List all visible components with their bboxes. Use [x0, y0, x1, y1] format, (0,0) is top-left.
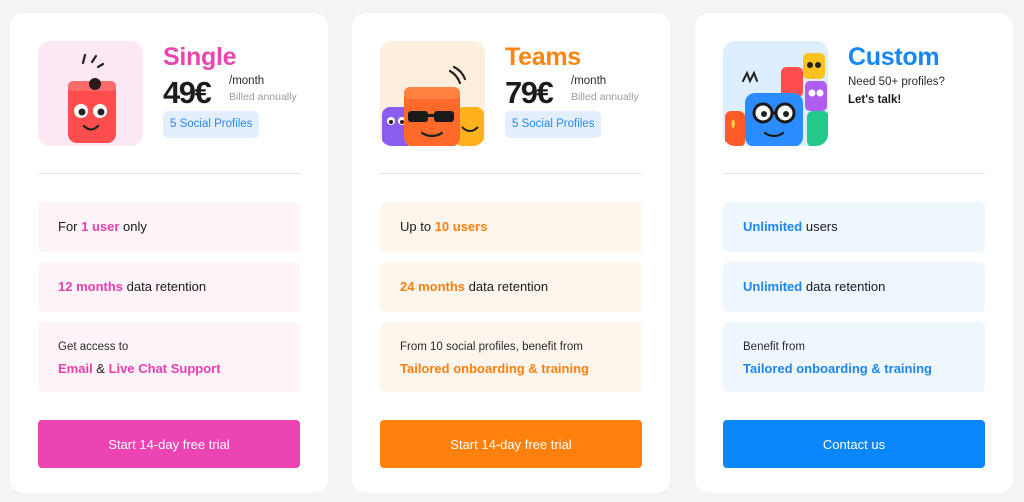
feature-highlight: 12 months [58, 279, 124, 294]
feature-highlight: 1 user [81, 219, 120, 234]
price-period: /month [229, 75, 265, 87]
billing-note: Billed annually [229, 91, 297, 103]
plan-cta-text: Let's talk! [848, 94, 902, 106]
pricing-card-single: Single 49€ /month Billed annually 5 Soci… [10, 13, 328, 493]
feature-text: only [119, 219, 147, 234]
feature-support-line: Email & Live Chat Support [58, 361, 300, 377]
teams-avatar [380, 41, 485, 146]
plan-title: Custom [848, 43, 940, 71]
feature-highlight: Unlimited [743, 219, 803, 234]
divider [723, 173, 985, 174]
single-avatar [38, 41, 143, 146]
pricing-card-custom: Custom Need 50+ profiles? Let's talk! Un… [695, 13, 1013, 493]
teams-monsters-icon [382, 65, 484, 146]
feature-support: From 10 social profiles, benefit from Ta… [380, 322, 642, 392]
feature-retention: 12 months data retention [38, 262, 300, 312]
custom-avatar [723, 41, 828, 146]
feature-text: For [58, 219, 82, 234]
feature-retention: 24 months data retention [380, 262, 642, 312]
pricing-card-teams: Teams 79€ /month Billed annually 5 Socia… [352, 13, 670, 493]
feature-text: data retention [465, 279, 549, 294]
feature-users: Up to 10 users [380, 202, 642, 252]
contact-us-button[interactable]: Contact us [723, 420, 985, 468]
feature-highlight: 10 users [434, 219, 488, 234]
feature-highlight: Unlimited [743, 279, 803, 294]
plan-subtitle: Need 50+ profiles? [848, 76, 945, 88]
feature-intro: Get access to [58, 341, 129, 353]
plan-title: Teams [505, 43, 581, 71]
start-trial-button[interactable]: Start 14-day free trial [38, 420, 300, 468]
plan-title: Single [163, 43, 237, 71]
feature-retention: Unlimited data retention [723, 262, 985, 312]
feature-support: Get access to Email & Live Chat Support [38, 322, 300, 392]
feature-users: For 1 user only [38, 202, 300, 252]
start-trial-button[interactable]: Start 14-day free trial [380, 420, 642, 468]
custom-monsters-icon [725, 53, 828, 146]
divider [38, 173, 300, 174]
profiles-badge: 5 Social Profiles [505, 111, 602, 138]
feature-highlight: 24 months [400, 279, 466, 294]
billing-note: Billed annually [571, 91, 639, 103]
plan-price: 79€ [505, 75, 554, 110]
plan-price: 49€ [163, 75, 212, 110]
feature-intro: Benefit from [743, 341, 805, 353]
feature-text: data retention [123, 279, 207, 294]
divider [380, 173, 642, 174]
feature-text: users [802, 219, 838, 234]
feature-highlight: Tailored onboarding & training [743, 361, 932, 376]
feature-highlight: Live Chat Support [108, 361, 221, 376]
feature-intro: From 10 social profiles, benefit from [400, 341, 583, 353]
feature-users: Unlimited users [723, 202, 985, 252]
feature-text: Up to [400, 219, 435, 234]
price-period: /month [571, 75, 607, 87]
feature-text: & [92, 361, 109, 376]
feature-highlight: Tailored onboarding & training [400, 361, 589, 376]
feature-highlight: Email [58, 361, 93, 376]
profiles-badge: 5 Social Profiles [163, 111, 260, 138]
feature-support: Benefit from Tailored onboarding & train… [723, 322, 985, 392]
single-monster-icon [68, 53, 116, 143]
feature-text: data retention [802, 279, 886, 294]
